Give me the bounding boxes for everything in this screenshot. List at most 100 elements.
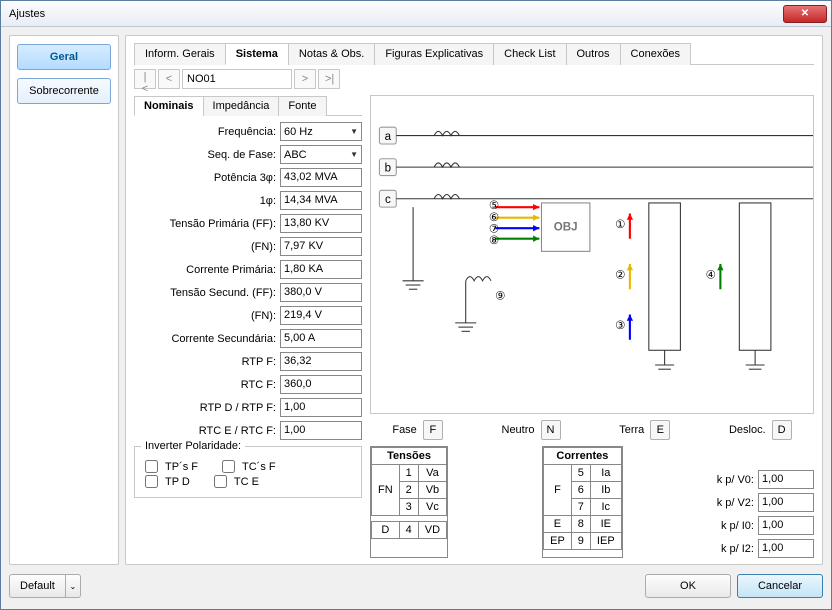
chevron-down-icon: ▼ — [350, 127, 358, 136]
label-potencia-1f: 1φ: — [260, 195, 276, 207]
footer: Default ⌄ OK Cancelar — [9, 565, 823, 601]
label-tensao-sec-fn: (FN): — [251, 310, 276, 322]
nav-next-button[interactable]: > — [294, 69, 316, 89]
subtab-impedancia[interactable]: Impedância — [203, 96, 280, 116]
correntes-table: Correntes F5Ia 6Ib 7Ic E8IE EP9IEP — [542, 446, 623, 558]
svg-text:①: ① — [615, 219, 625, 231]
legend-row: Fase F Neutro N Terra E Desloc. D — [370, 414, 814, 446]
input-tensao-prim-ff[interactable]: 13,80 KV — [280, 214, 362, 233]
legend-terra-label: Terra — [619, 424, 644, 436]
label-k-i0: k p/ I0: — [721, 520, 754, 532]
label-corrente-prim: Corrente Primária: — [186, 264, 276, 276]
input-rtc-e-f[interactable]: 1,00 — [280, 421, 362, 440]
label-seq-fase: Seq. de Fase: — [208, 149, 277, 161]
legend-fase-label: Fase — [392, 424, 416, 436]
svg-text:③: ③ — [615, 320, 625, 332]
tab-notas-obs[interactable]: Notas & Obs. — [288, 43, 375, 65]
label-tensao-prim-fn: (FN): — [251, 241, 276, 253]
subtab-fonte[interactable]: Fonte — [278, 96, 326, 116]
content-panel: Inform. Gerais Sistema Notas & Obs. Figu… — [125, 35, 823, 565]
chevron-down-icon: ⌄ — [70, 582, 77, 591]
label-k-v0: k p/ V0: — [717, 474, 754, 486]
chevron-down-icon: ▼ — [350, 150, 358, 159]
invert-polarity-group: Inverter Polaridade: TP´s F TC´s F TP D … — [134, 446, 362, 498]
legend-neutro-button[interactable]: N — [541, 420, 561, 440]
chk-tp-d[interactable]: TP D — [141, 472, 190, 491]
ok-button[interactable]: OK — [645, 574, 731, 598]
label-rtp-f: RTP F: — [242, 356, 276, 368]
input-k-i2[interactable]: 1,00 — [758, 539, 814, 558]
main-tabs: Inform. Gerais Sistema Notas & Obs. Figu… — [134, 42, 814, 65]
nav-first-button[interactable]: |< — [134, 69, 156, 89]
input-tensao-sec-fn[interactable]: 219,4 V — [280, 306, 362, 325]
svg-text:④: ④ — [706, 270, 716, 282]
tab-figuras[interactable]: Figuras Explicativas — [374, 43, 494, 65]
input-k-v0[interactable]: 1,00 — [758, 470, 814, 489]
label-k-i2: k p/ I2: — [721, 543, 754, 555]
label-frequencia: Frequência: — [218, 126, 276, 138]
legend-fase-button[interactable]: F — [423, 420, 443, 440]
circuit-diagram: a b c — [370, 95, 814, 414]
label-rtc-f: RTC F: — [241, 379, 276, 391]
close-button[interactable]: ✕ — [783, 5, 827, 23]
sidebar-item-sobrecorrente[interactable]: Sobrecorrente — [17, 78, 111, 104]
svg-text:⑥: ⑥ — [489, 212, 499, 224]
input-potencia-1f[interactable]: 14,34 MVA — [280, 191, 362, 210]
svg-text:⑤: ⑤ — [489, 200, 499, 212]
tab-inform-gerais[interactable]: Inform. Gerais — [134, 43, 226, 65]
input-rtp-d-f[interactable]: 1,00 — [280, 398, 362, 417]
cancel-button[interactable]: Cancelar — [737, 574, 823, 598]
titlebar: Ajustes ✕ — [1, 1, 831, 27]
input-k-v2[interactable]: 1,00 — [758, 493, 814, 512]
label-rtc-e-f: RTC E / RTC F: — [199, 425, 276, 437]
nav-record-field[interactable] — [182, 69, 292, 89]
label-rtp-d-f: RTP D / RTP F: — [200, 402, 276, 414]
svg-text:c: c — [385, 194, 391, 206]
tab-checklist[interactable]: Check List — [493, 43, 566, 65]
input-tensao-prim-fn[interactable]: 7,97 KV — [280, 237, 362, 256]
select-frequencia[interactable]: 60 Hz▼ — [280, 122, 362, 141]
label-corrente-sec: Corrente Secundária: — [171, 333, 276, 345]
input-rtp-f[interactable]: 36,32 — [280, 352, 362, 371]
legend-terra-button[interactable]: E — [650, 420, 670, 440]
svg-text:⑧: ⑧ — [489, 235, 499, 247]
window-title: Ajustes — [5, 8, 783, 20]
nav-prev-button[interactable]: < — [158, 69, 180, 89]
invert-title: Inverter Polaridade: — [141, 440, 245, 452]
input-potencia-3f[interactable]: 43,02 MVA — [280, 168, 362, 187]
tab-outros[interactable]: Outros — [566, 43, 621, 65]
legend-neutro-label: Neutro — [502, 424, 535, 436]
select-seq-fase[interactable]: ABC▼ — [280, 145, 362, 164]
legend-desloc-label: Desloc. — [729, 424, 766, 436]
input-corrente-prim[interactable]: 1,80 KA — [280, 260, 362, 279]
tensoes-table: Tensões FN1Va 2Vb 3Vc D4VD — [370, 446, 448, 558]
legend-desloc-button[interactable]: D — [772, 420, 792, 440]
subtab-nominais[interactable]: Nominais — [134, 96, 204, 116]
svg-text:②: ② — [615, 270, 625, 282]
label-potencia-3f: Potência 3φ: — [214, 172, 276, 184]
sidebar: Geral Sobrecorrente — [9, 35, 119, 565]
default-button[interactable]: Default — [9, 574, 65, 598]
tab-conexoes[interactable]: Conexões — [620, 43, 692, 65]
label-k-v2: k p/ V2: — [717, 497, 754, 509]
svg-text:⑨: ⑨ — [495, 291, 505, 303]
tab-sistema[interactable]: Sistema — [225, 43, 289, 65]
sidebar-item-geral[interactable]: Geral — [17, 44, 111, 70]
input-tensao-sec-ff[interactable]: 380,0 V — [280, 283, 362, 302]
record-nav: |< < > >| — [134, 69, 814, 89]
svg-text:OBJ: OBJ — [554, 221, 578, 233]
label-tensao-sec-ff: Tensão Secund. (FF): — [170, 287, 276, 299]
input-corrente-sec[interactable]: 5,00 A — [280, 329, 362, 348]
chk-tc-e[interactable]: TC E — [210, 472, 259, 491]
default-dropdown-button[interactable]: ⌄ — [65, 574, 81, 598]
svg-text:b: b — [385, 162, 391, 174]
window: Ajustes ✕ Geral Sobrecorrente Inform. Ge… — [0, 0, 832, 610]
input-k-i0[interactable]: 1,00 — [758, 516, 814, 535]
sub-tabs: Nominais Impedância Fonte — [134, 95, 362, 116]
k-values: k p/ V0: 1,00 k p/ V2: 1,00 k p/ I0: 1,00 k… — [717, 446, 814, 558]
svg-text:a: a — [385, 131, 392, 143]
svg-text:⑦: ⑦ — [489, 223, 499, 235]
input-rtc-f[interactable]: 360,0 — [280, 375, 362, 394]
nav-last-button[interactable]: >| — [318, 69, 340, 89]
label-tensao-prim-ff: Tensão Primária (FF): — [170, 218, 276, 230]
